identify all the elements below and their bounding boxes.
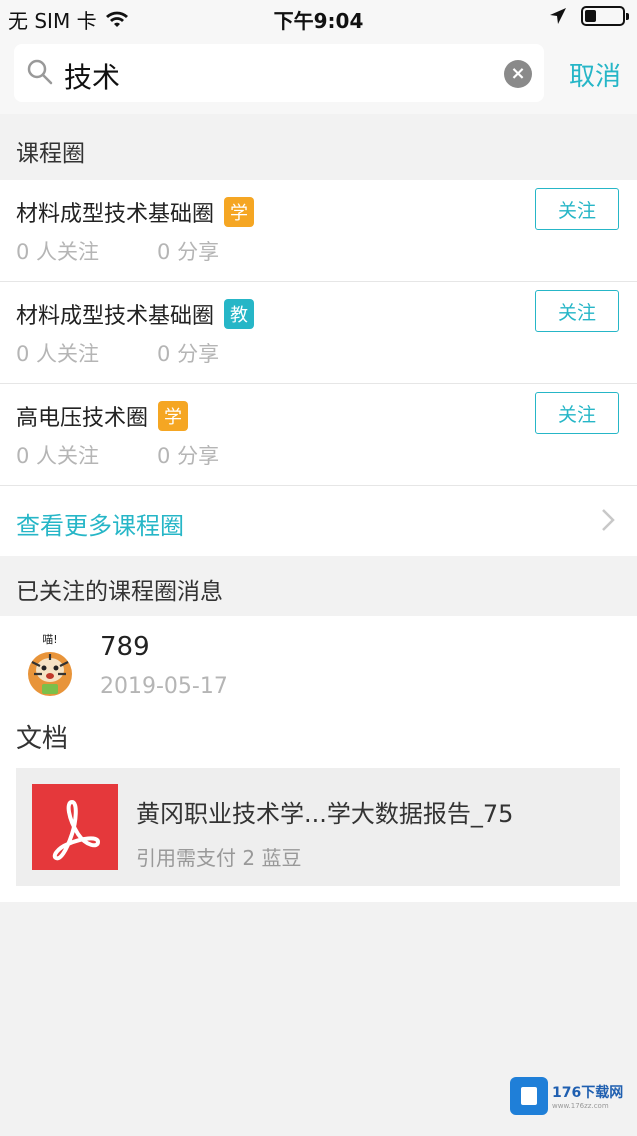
watermark-text-group: 176下载网 www.176zz.com: [552, 1082, 623, 1110]
circle-stats: 0 人关注 0 分享: [16, 236, 219, 266]
clock: 下午9:04: [273, 9, 364, 33]
more-circles-link[interactable]: 查看更多课程圈: [0, 486, 637, 556]
circle-name-row: 材料成型技术基础圈 教: [16, 298, 255, 330]
follow-button[interactable]: 关注: [535, 188, 619, 230]
tiger-avatar: 喵!: [28, 633, 72, 696]
circle-stats: 0 人关注 0 分享: [16, 440, 219, 470]
course-circle-item[interactable]: 材料成型技术基础圈 教 0 人关注 0 分享 关注: [0, 282, 637, 384]
circle-name: 高电压技术圈: [16, 406, 149, 431]
clear-search-button[interactable]: ×: [504, 60, 532, 88]
watermark-text: 176下载网: [552, 1085, 624, 1101]
course-circles-heading: 课程圈: [16, 141, 85, 167]
documents-heading: 文档: [16, 724, 69, 754]
teacher-badge: 教: [224, 299, 255, 329]
student-badge: 学: [158, 401, 189, 431]
close-icon: ×: [510, 63, 526, 84]
battery-icon: [581, 6, 629, 26]
status-right: [549, 6, 629, 26]
avatar-caption: 喵!: [42, 633, 57, 646]
message-item[interactable]: 喵! 789 2019-05-17: [0, 616, 637, 714]
message-title: 789: [100, 632, 150, 662]
document-price: 引用需支付 2 蓝豆: [136, 846, 302, 870]
circle-name: 材料成型技术基础圈: [16, 304, 215, 329]
circle-stats: 0 人关注 0 分享: [16, 338, 219, 368]
location-arrow-icon: [550, 8, 566, 24]
watermark-logo: 176下载网 www.176zz.com: [510, 1074, 632, 1118]
followed-messages-heading: 已关注的课程圈消息: [16, 579, 223, 605]
follow-button[interactable]: 关注: [535, 290, 619, 332]
search-query[interactable]: 技术: [64, 56, 120, 96]
share-count: 0 分享: [157, 240, 220, 264]
course-circle-list: 材料成型技术基础圈 学 0 人关注 0 分享 关注 材料成型技术基础圈 教 0 …: [0, 180, 637, 556]
circle-name-row: 材料成型技术基础圈 学: [16, 196, 255, 228]
course-circle-item[interactable]: 材料成型技术基础圈 学 0 人关注 0 分享 关注: [0, 180, 637, 282]
cancel-button[interactable]: 取消: [569, 56, 621, 93]
follower-count: 0 人关注: [16, 342, 100, 366]
more-circles-label: 查看更多课程圈: [16, 512, 184, 540]
follower-count: 0 人关注: [16, 240, 100, 264]
circle-name-row: 高电压技术圈 学: [16, 400, 189, 432]
course-circle-item[interactable]: 高电压技术圈 学 0 人关注 0 分享 关注: [0, 384, 637, 486]
follower-count: 0 人关注: [16, 444, 100, 468]
followed-messages-panel: 喵! 789 2019-05-17 文档 黄冈职业技术学...学大数据报告_75…: [0, 616, 637, 902]
follow-button[interactable]: 关注: [535, 392, 619, 434]
status-bar: 无 SIM 卡 下午9:04: [0, 0, 637, 34]
student-badge: 学: [224, 197, 255, 227]
search-icon: [27, 59, 53, 85]
share-count: 0 分享: [157, 444, 220, 468]
search-input[interactable]: 技术 ×: [14, 44, 544, 102]
document-card[interactable]: 黄冈职业技术学...学大数据报告_75 引用需支付 2 蓝豆: [16, 768, 620, 886]
share-count: 0 分享: [157, 342, 220, 366]
battery-level: [585, 10, 596, 22]
watermark-url: www.176zz.com: [552, 1102, 609, 1110]
message-date: 2019-05-17: [100, 674, 228, 699]
search-bar: 技术 × 取消: [0, 34, 637, 114]
chevron-right-icon: [602, 509, 615, 531]
document-title: 黄冈职业技术学...学大数据报告_75: [136, 800, 514, 828]
circle-name: 材料成型技术基础圈: [16, 202, 215, 227]
pdf-icon: [32, 784, 118, 870]
cube-icon: [510, 1077, 548, 1115]
